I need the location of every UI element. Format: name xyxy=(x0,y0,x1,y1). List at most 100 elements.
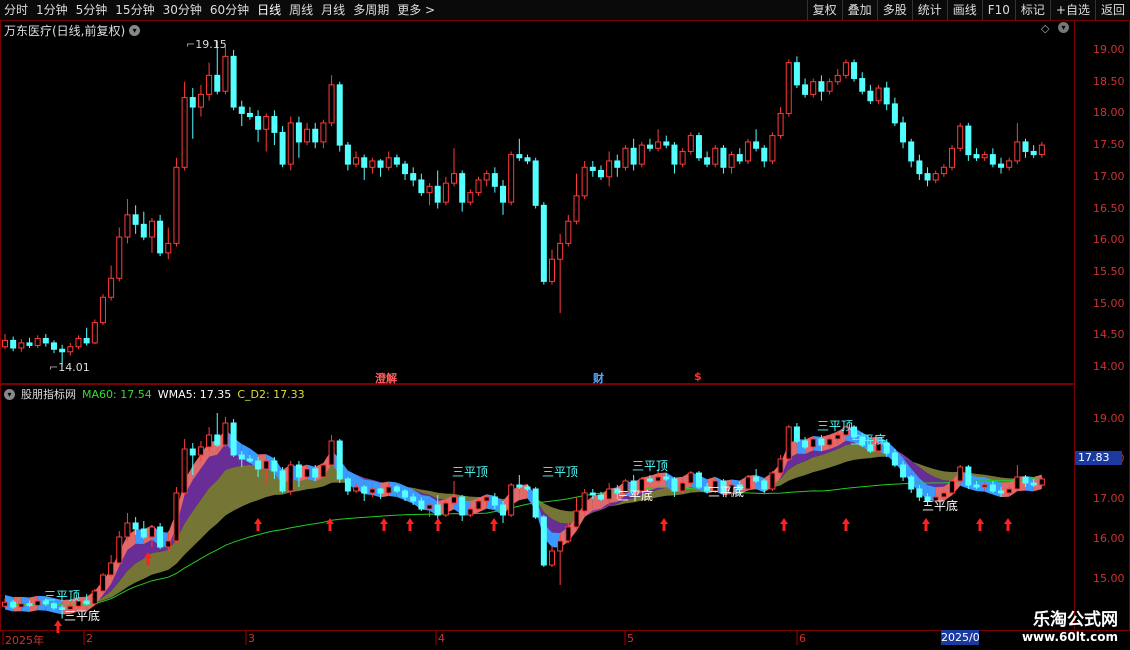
candle xyxy=(532,487,539,519)
current-price-tag: 17.83 xyxy=(1075,451,1122,465)
main-axis-tick: 17.00 xyxy=(1093,169,1125,183)
date-tick: 2025年 xyxy=(5,634,44,647)
candle xyxy=(826,437,833,447)
candle xyxy=(157,523,164,549)
pattern-signal-label: 三平底 xyxy=(64,608,100,623)
candle xyxy=(581,489,588,513)
main-axis-tick: 18.50 xyxy=(1093,74,1125,88)
candle xyxy=(957,465,964,483)
indicator-axis-tick: 17.00 xyxy=(1093,492,1125,505)
date-tick: 6 xyxy=(799,632,806,645)
candle xyxy=(344,477,351,495)
candle xyxy=(116,531,123,565)
candle xyxy=(679,481,686,493)
trend-ribbon-segment xyxy=(976,476,985,492)
main-axis-tick: 17.50 xyxy=(1093,138,1125,152)
candle xyxy=(206,427,213,451)
pattern-signal-label: 三平顶 xyxy=(542,465,578,479)
purple-band xyxy=(5,433,1042,608)
candle xyxy=(687,471,694,485)
candle xyxy=(695,471,702,489)
main-axis-tick: 16.50 xyxy=(1093,201,1125,215)
pattern-signal-label: 三平顶 xyxy=(452,465,488,479)
candle xyxy=(1038,477,1045,487)
buy-arrow-icon xyxy=(1004,518,1012,531)
pattern-signal-label: 三平底 xyxy=(922,498,958,513)
date-tick: 4 xyxy=(438,632,445,645)
main-axis-tick: 18.00 xyxy=(1093,106,1125,120)
candle xyxy=(908,475,915,493)
candle xyxy=(459,495,466,521)
candle xyxy=(540,515,547,567)
main-axis-tick: 15.50 xyxy=(1093,264,1125,278)
main-axis-tick: 14.00 xyxy=(1093,360,1125,373)
candle xyxy=(965,465,972,489)
buy-arrow-icon xyxy=(406,518,414,531)
candle xyxy=(108,555,115,577)
date-tick: 5 xyxy=(627,632,634,645)
pattern-signal-label: 三平顶 xyxy=(44,589,80,603)
candle xyxy=(548,545,555,567)
watermark-title: 乐淘公式网 xyxy=(1033,610,1118,630)
date-tick: 3 xyxy=(248,632,255,645)
candle xyxy=(573,497,580,529)
candle xyxy=(361,485,368,501)
candle xyxy=(336,439,343,483)
candle xyxy=(451,481,458,505)
buy-arrow-icon xyxy=(434,518,442,531)
watermark: 乐淘公式网 www.60lt.com xyxy=(1022,605,1118,644)
main-axis-tick: 14.50 xyxy=(1093,328,1125,342)
candle xyxy=(99,573,106,593)
buy-arrow-icon xyxy=(922,518,930,531)
candle xyxy=(949,479,956,495)
watermark-url: www.60lt.com xyxy=(1021,630,1118,644)
candle xyxy=(810,437,817,449)
indicator-chart[interactable]: 三平顶三平顶 三平顶 三平顶三平顶三平底三平底三平底 三平底三平底 xyxy=(0,0,1075,650)
buy-arrow-icon xyxy=(780,518,788,531)
candle xyxy=(214,413,221,447)
main-axis-tick: 15.00 xyxy=(1093,296,1125,310)
candle xyxy=(508,483,515,517)
indicator-axis-tick: 19.00 xyxy=(1093,412,1125,425)
candle xyxy=(230,419,237,457)
buy-arrow-icon xyxy=(380,518,388,531)
candle xyxy=(557,535,564,585)
candle xyxy=(777,455,784,475)
buy-arrow-icon xyxy=(54,620,62,633)
pattern-signal-label: 三平底 xyxy=(617,488,653,503)
candle xyxy=(467,507,474,517)
candle xyxy=(516,475,523,489)
candle xyxy=(181,439,188,495)
candle xyxy=(173,487,180,543)
candle xyxy=(1014,465,1021,491)
date-tick: 2 xyxy=(86,632,93,645)
pattern-signal-label: 三平底 xyxy=(850,432,886,447)
candle xyxy=(377,487,384,499)
candle xyxy=(124,513,131,541)
candle xyxy=(793,423,800,443)
pattern-signal-label: 三平底 xyxy=(708,484,744,499)
toolbar-button-8[interactable]: 返回 xyxy=(1094,0,1130,20)
candle xyxy=(744,475,751,491)
candle xyxy=(328,435,335,467)
buy-arrow-icon xyxy=(976,518,984,531)
pattern-signal-label: 三平顶 xyxy=(817,419,853,433)
buy-arrow-icon xyxy=(254,518,262,531)
indicator-axis-tick: 15.00 xyxy=(1093,572,1125,585)
candle xyxy=(222,417,229,447)
candle xyxy=(287,461,294,495)
candle xyxy=(91,589,98,605)
main-axis-tick: 16.00 xyxy=(1093,233,1125,247)
buy-arrow-icon xyxy=(660,518,668,531)
candle xyxy=(140,521,147,539)
candle xyxy=(475,499,482,511)
candle xyxy=(785,425,792,461)
buy-arrow-icon xyxy=(842,518,850,531)
buy-arrow-icon xyxy=(490,518,498,531)
pattern-signal-label: 三平顶 xyxy=(632,459,668,473)
main-axis-tick: 19.00 xyxy=(1093,43,1125,56)
indicator-axis-tick: 16.00 xyxy=(1093,532,1125,545)
candle xyxy=(279,467,286,493)
date-cursor-tag: 2025/0 xyxy=(941,630,979,645)
candle xyxy=(769,471,776,491)
